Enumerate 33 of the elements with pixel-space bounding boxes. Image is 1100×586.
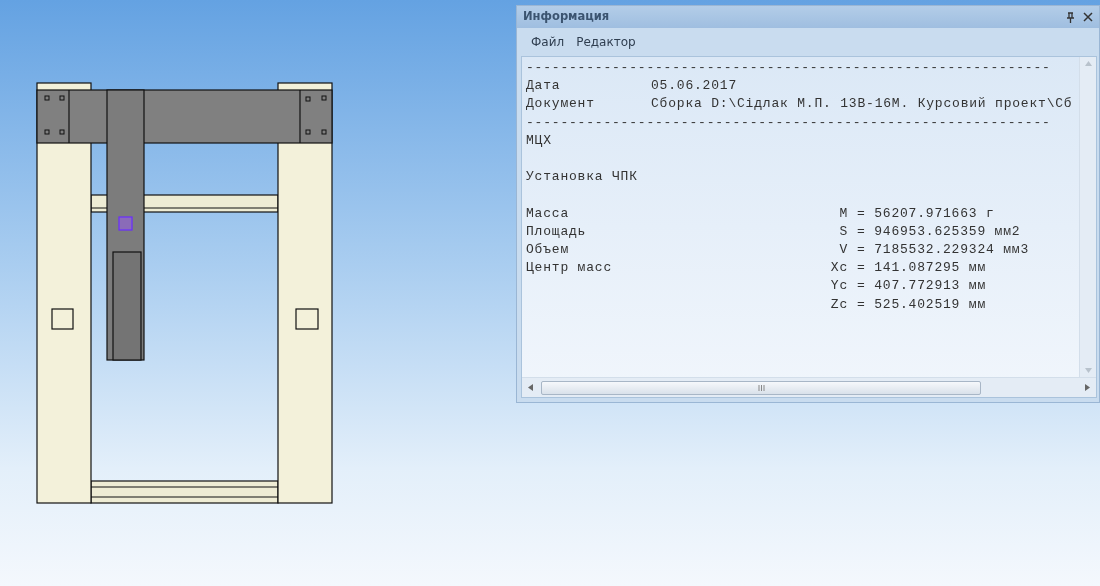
property-symbol: S [838,222,848,241]
menu-item[interactable]: Редактор [570,31,642,53]
separator-line: ------------------------------------------------------------- [526,114,1051,130]
separator-line: ------------------------------------------------------------- [526,60,1051,75]
property-value: = 946953.625359 мм2 [857,223,1021,239]
field-label: Документ [526,95,596,114]
property-label: Центр масс [526,259,613,278]
property-label: Масса [526,204,570,223]
property-symbol: M [838,204,848,223]
property-value: = 525.402519 мм [857,296,987,312]
property-symbol: V [838,241,848,259]
close-icon[interactable] [1083,12,1093,22]
property-symbol: Yc [829,277,848,296]
object-name: Установка ЧПК [526,169,638,185]
scroll-left-icon[interactable] [528,384,533,391]
field-label: Дата [526,77,562,96]
pin-icon[interactable] [1066,11,1075,23]
scroll-right-icon[interactable] [1085,384,1090,391]
property-label: Объем [526,241,570,259]
property-symbol: Xc [829,259,848,278]
property-value: = 56207.971663 г [857,205,995,221]
horizontal-scrollbar[interactable] [522,377,1096,397]
property-value: = 407.772913 мм [857,278,987,294]
property-value: = 141.087295 мм [857,260,987,276]
grip-icon [757,384,765,391]
field-value: Сборка D:\Сідлак М.П. 13В-16М. Курсовий проект\Сб [651,96,1073,112]
menu-item[interactable]: Файл [525,31,571,53]
property-label: Площадь [526,222,588,241]
property-symbol: Zc [829,295,848,314]
section-heading: МЦХ [526,132,552,148]
field-value: 05.06.2017 [651,78,737,94]
property-value: = 7185532.229324 мм3 [857,242,1030,257]
panel-title: Информация [523,8,610,26]
